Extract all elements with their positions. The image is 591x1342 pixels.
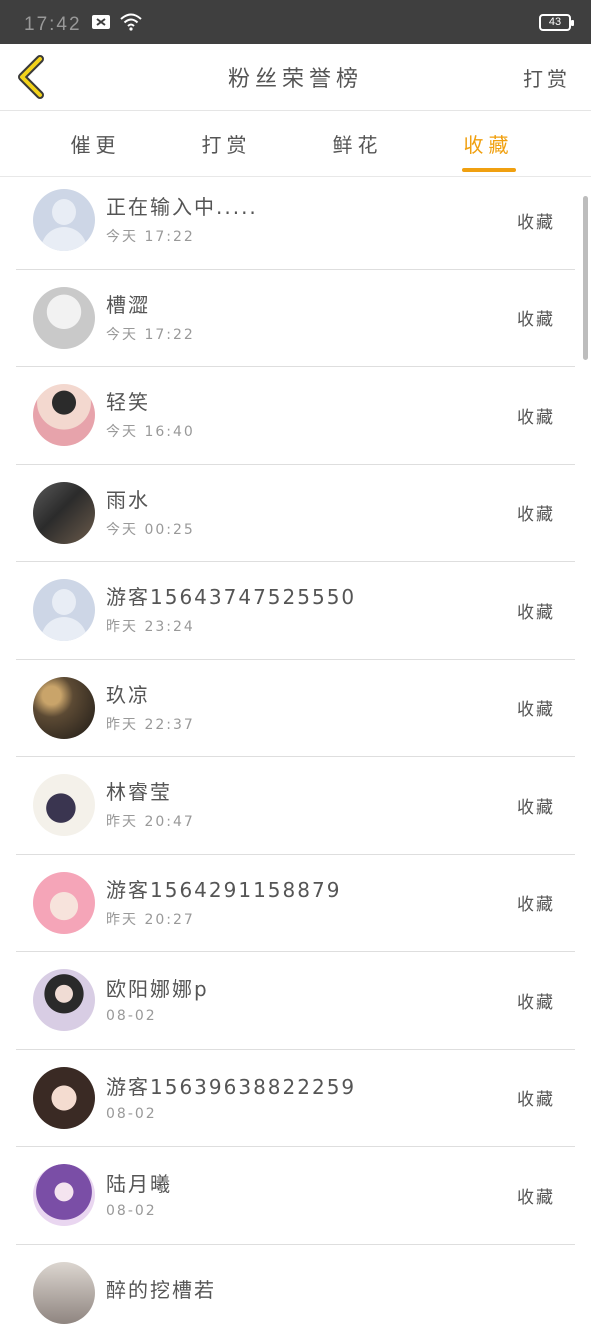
- action-label: 收藏: [517, 208, 555, 233]
- app-header: 粉丝荣誉榜 打赏: [0, 44, 591, 111]
- avatar: [33, 872, 95, 934]
- time-label: 昨天 23:24: [106, 616, 356, 636]
- time-label: 今天 16:40: [106, 421, 195, 441]
- avatar: [33, 969, 95, 1031]
- user-name: 槽澀: [106, 292, 195, 318]
- avatar: [33, 1067, 95, 1129]
- user-name: 游客15639638822259: [106, 1074, 356, 1100]
- fan-list: 正在输入中.....今天 17:22 收藏 槽澀今天 17:22 收藏 轻笑今天…: [16, 172, 575, 1342]
- time-label: 今天 17:22: [106, 226, 258, 246]
- action-label: 收藏: [517, 890, 555, 915]
- action-label: 收藏: [517, 988, 555, 1013]
- default-avatar: [33, 579, 95, 641]
- back-icon[interactable]: [14, 54, 48, 100]
- tab-bar: 催更 打赏 鲜花 收藏: [0, 111, 591, 177]
- action-label: 收藏: [517, 793, 555, 818]
- list-item[interactable]: 槽澀今天 17:22 收藏: [16, 270, 575, 368]
- time-label: 08-02: [106, 1106, 356, 1122]
- list-item[interactable]: 陆月曦 08-02 收藏: [16, 1147, 575, 1245]
- page-title: 粉丝荣誉榜: [228, 61, 363, 93]
- wifi-icon: [120, 13, 142, 31]
- reward-button[interactable]: 打赏: [523, 63, 571, 92]
- time-label: 昨天 22:37: [106, 714, 195, 734]
- status-bar: 17:42 43: [0, 0, 591, 44]
- action-label: 收藏: [517, 598, 555, 623]
- list-item[interactable]: 雨水今天 00:25 收藏: [16, 465, 575, 563]
- avatar: [33, 287, 95, 349]
- avatar: [33, 1164, 95, 1226]
- user-name: 轻笑: [106, 389, 195, 415]
- list-item[interactable]: 轻笑今天 16:40 收藏: [16, 367, 575, 465]
- user-name: 玖凉: [106, 682, 195, 708]
- action-label: 收藏: [517, 500, 555, 525]
- scrollbar[interactable]: [583, 196, 588, 360]
- time-label: 08-02: [106, 1203, 172, 1219]
- list-item[interactable]: 欧阳娜娜p 08-02 收藏: [16, 952, 575, 1050]
- action-label: 收藏: [517, 403, 555, 428]
- default-avatar: [33, 189, 95, 251]
- action-label: 收藏: [517, 305, 555, 330]
- time-label: 今天 17:22: [106, 324, 195, 344]
- action-label: 收藏: [517, 1085, 555, 1110]
- time-label: 昨天 20:47: [106, 811, 195, 831]
- avatar: [33, 774, 95, 836]
- avatar: [33, 384, 95, 446]
- time-label: 昨天 20:27: [106, 909, 341, 929]
- user-name: 游客15643747525550: [106, 584, 356, 610]
- avatar: [33, 677, 95, 739]
- list-item[interactable]: 游客15643747525550 昨天 23:24 收藏: [16, 562, 575, 660]
- list-item[interactable]: 游客15639638822259 08-02 收藏: [16, 1050, 575, 1148]
- tab-urge[interactable]: 催更: [30, 111, 161, 176]
- user-name: 欧阳娜娜p: [106, 976, 209, 1002]
- message-icon: [92, 15, 110, 29]
- avatar: [33, 482, 95, 544]
- list-item[interactable]: 林睿莹昨天 20:47 收藏: [16, 757, 575, 855]
- user-name: 醉的挖槽若: [106, 1277, 216, 1303]
- list-item[interactable]: 正在输入中..... 今天 17:22 收藏: [16, 172, 575, 270]
- user-name: 雨水: [106, 487, 195, 513]
- action-label: 收藏: [517, 695, 555, 720]
- status-time: 17:42: [24, 14, 82, 36]
- tab-flowers[interactable]: 鲜花: [292, 111, 423, 176]
- user-name: 游客1564291158879: [106, 877, 341, 903]
- battery-icon: 43: [539, 14, 571, 31]
- avatar: [33, 1262, 95, 1324]
- tab-reward[interactable]: 打赏: [161, 111, 292, 176]
- list-item[interactable]: 游客1564291158879 昨天 20:27 收藏: [16, 855, 575, 953]
- tab-favorites[interactable]: 收藏: [423, 111, 554, 176]
- user-name: 陆月曦: [106, 1171, 172, 1197]
- time-label: 08-02: [106, 1008, 209, 1024]
- time-label: 今天 00:25: [106, 519, 195, 539]
- user-name: 林睿莹: [106, 779, 195, 805]
- list-item[interactable]: 玖凉昨天 22:37 收藏: [16, 660, 575, 758]
- user-name: 正在输入中.....: [106, 194, 258, 220]
- list-item[interactable]: 醉的挖槽若: [16, 1245, 575, 1342]
- action-label: 收藏: [517, 1183, 555, 1208]
